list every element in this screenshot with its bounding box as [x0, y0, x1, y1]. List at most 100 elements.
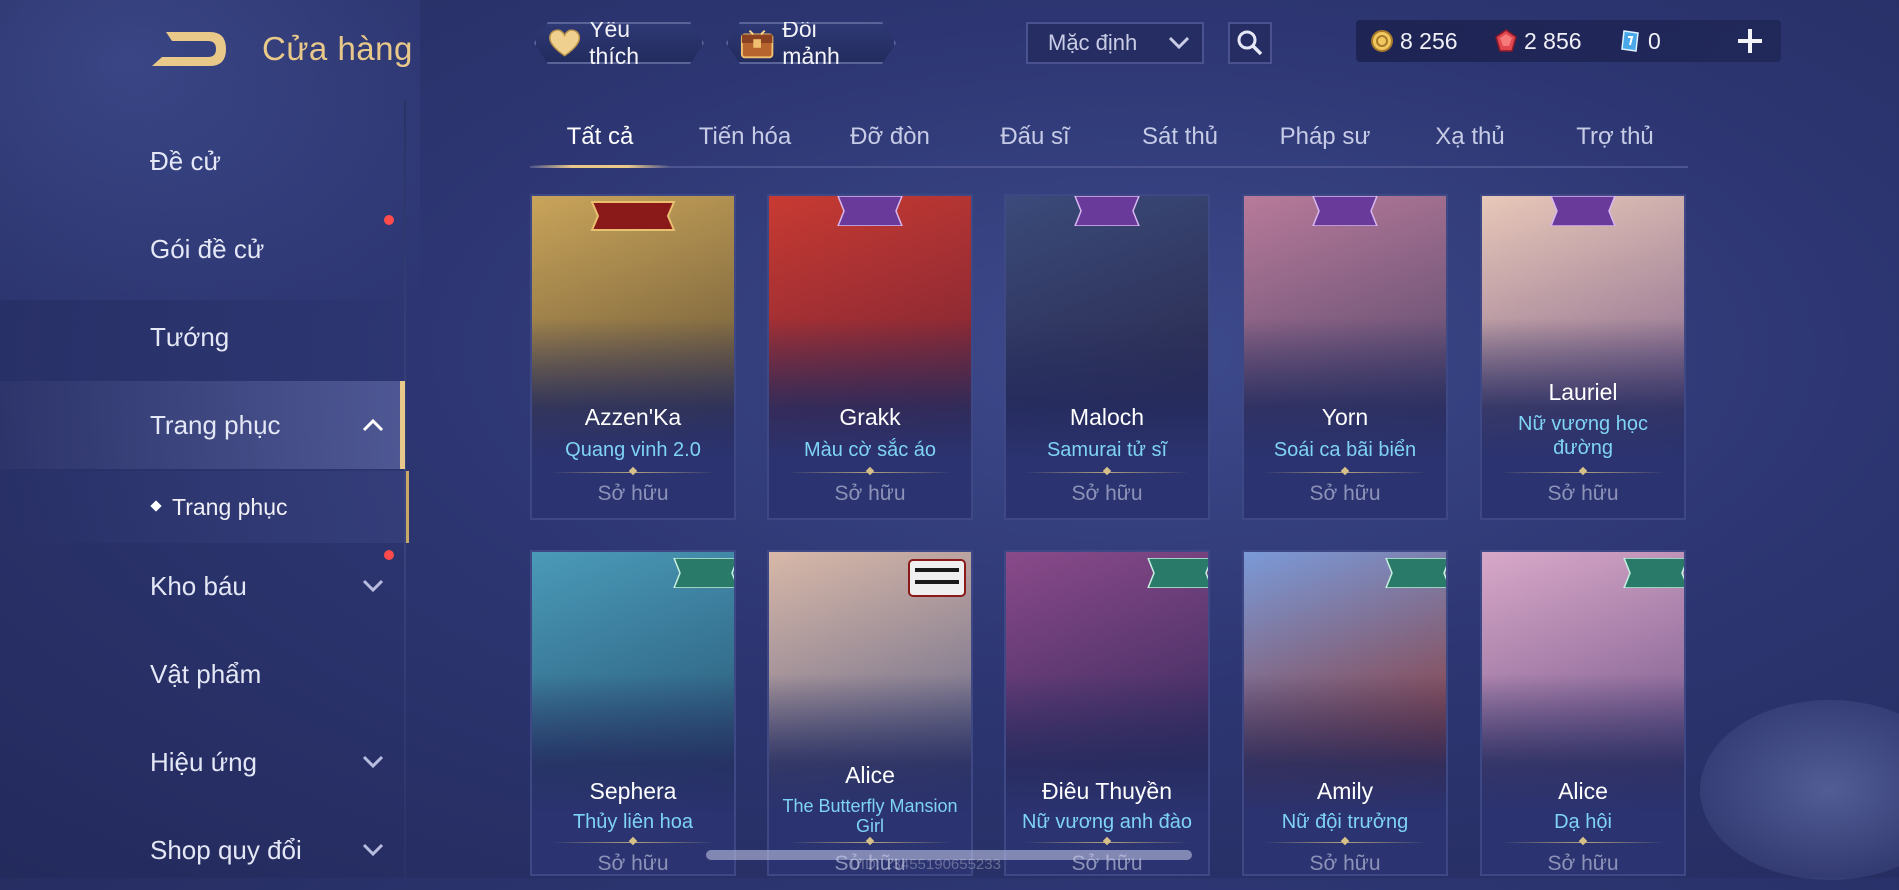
skin-card[interactable]: Sephera Thủy liên hoa Sở hữu: [530, 550, 736, 876]
tab-evolution[interactable]: Tiến hóa: [675, 118, 815, 166]
card-divider: [1500, 842, 1666, 843]
hero-name: Điêu Thuyền: [1042, 778, 1172, 804]
add-currency-button[interactable]: [1730, 20, 1770, 62]
uid-watermark: UID: 13455190655233: [850, 856, 1001, 873]
ticket-currency: 0: [1618, 20, 1661, 62]
skin-name: Nữ vương học đường: [1518, 413, 1648, 459]
limited-badge-icon: [1623, 558, 1684, 588]
card-divider: [1024, 472, 1190, 473]
skin-name: Thủy liên hoa: [572, 811, 694, 833]
skin-card[interactable]: Grakk Màu cờ sắc áo Sở hữu: [767, 194, 973, 520]
blue-ticket-icon: [1621, 30, 1639, 52]
skin-card[interactable]: Yorn Soái ca bãi biển Sở hữu: [1242, 194, 1448, 520]
skin-name: Màu cờ sắc áo: [803, 439, 937, 461]
ownership-status: Sở hữu: [1309, 482, 1381, 505]
skin-card[interactable]: Amily Nữ đội trưởng Sở hữu: [1242, 550, 1448, 876]
favorite-button[interactable]: Yêu thích: [534, 22, 704, 64]
background-glow: [1700, 700, 1899, 880]
card-divider: [550, 842, 716, 843]
ownership-status: Sở hữu: [1071, 482, 1143, 505]
sidebar-item-items[interactable]: Vật phẩm: [0, 634, 405, 714]
gold-currency: 8 256: [1370, 20, 1458, 62]
limited-badge-icon: [837, 196, 903, 226]
sidebar-item-skins[interactable]: Trang phục: [0, 381, 405, 469]
chevron-down-icon: [362, 579, 384, 593]
tab-support[interactable]: Trợ thủ: [1545, 118, 1685, 166]
category-tabs: Tất cả Tiến hóa Đỡ đòn Đấu sĩ Sát thủ Ph…: [530, 118, 1688, 168]
skin-card[interactable]: Alice Dạ hội Sở hữu: [1480, 550, 1686, 876]
skin-name: The Butterfly Mansion Girl: [782, 796, 958, 836]
search-button[interactable]: [1228, 22, 1272, 64]
skin-name: Nữ đội trưởng: [1281, 811, 1409, 833]
back-arrow-icon: [152, 32, 226, 66]
sidebar-item-treasure[interactable]: Kho báu: [0, 546, 405, 626]
skin-card[interactable]: Maloch Samurai tử sĩ Sở hữu: [1004, 194, 1210, 520]
notification-dot: [384, 215, 394, 225]
gem-currency: 2 856: [1494, 20, 1582, 62]
skin-grid: Azzen'Ka Quang vinh 2.0 Sở hữu Grakk Màu…: [530, 194, 1690, 878]
gold-coin-icon: [1371, 30, 1393, 52]
skin-card[interactable]: Điêu Thuyền Nữ vương anh đào Sở hữu: [1004, 550, 1210, 876]
tab-assassin[interactable]: Sát thủ: [1110, 118, 1250, 166]
search-icon: [1237, 30, 1263, 56]
chevron-down-icon: [362, 755, 384, 769]
sidebar-item-recommended[interactable]: Đề cử: [0, 121, 405, 201]
treasure-chest-icon: [740, 26, 774, 60]
skin-card[interactable]: Lauriel Nữ vương học đường Sở hữu: [1480, 194, 1686, 520]
card-divider: [1500, 472, 1666, 473]
tab-mage[interactable]: Pháp sư: [1255, 118, 1395, 166]
card-divider: [1262, 842, 1428, 843]
sort-dropdown[interactable]: Mặc định: [1026, 22, 1204, 64]
limited-badge-icon: [1312, 196, 1378, 226]
sidebar-item-label: Shop quy đổi: [150, 834, 302, 865]
back-button[interactable]: [148, 26, 230, 72]
red-gem-icon: [1495, 29, 1517, 52]
limited-badge-icon: [1147, 558, 1208, 588]
skin-card[interactable]: Alice The Butterfly Mansion Girl Sở hữu: [767, 550, 973, 876]
hero-name: Azzen'Ka: [584, 404, 682, 430]
tab-marksman[interactable]: Xạ thủ: [1400, 118, 1540, 166]
sidebar: Đề cử Gói đề cử Tướng Trang phục Trang p…: [0, 100, 410, 878]
skin-name: Nữ vương anh đào: [1022, 811, 1192, 833]
card-divider: [787, 842, 953, 843]
sort-value: Mặc định: [1048, 30, 1138, 55]
ownership-status: Sở hữu: [1309, 852, 1381, 875]
chevron-up-icon: [362, 418, 384, 432]
heart-icon: [548, 28, 581, 58]
favorite-label: Yêu thích: [589, 16, 640, 69]
hero-name: Alice: [1558, 778, 1608, 804]
ownership-status: Sở hữu: [1547, 852, 1619, 875]
limited-badge-icon: [1385, 558, 1446, 588]
exchange-shards-button[interactable]: Đổi mảnh: [726, 22, 896, 64]
hero-name: Lauriel: [1548, 379, 1618, 405]
sidebar-item-exchange-shop[interactable]: Shop quy đổi: [0, 810, 405, 890]
hero-name: Sephera: [589, 778, 677, 804]
ticket-value: 0: [1648, 27, 1661, 54]
sidebar-item-label: Gói đề cử: [150, 233, 265, 264]
sidebar-item-label: Đề cử: [150, 145, 221, 176]
card-divider: [550, 472, 716, 473]
card-divider: [787, 472, 953, 473]
chevron-down-icon: [1168, 36, 1190, 50]
tab-fighter[interactable]: Đấu sĩ: [965, 118, 1105, 166]
ownership-status: Sở hữu: [597, 482, 669, 505]
hero-name: Grakk: [839, 404, 901, 430]
sidebar-subitem-skins[interactable]: Trang phục: [0, 471, 409, 543]
limited-badge-icon: [1550, 196, 1616, 226]
tab-tank[interactable]: Đỡ đòn: [820, 118, 960, 166]
skin-card[interactable]: Azzen'Ka Quang vinh 2.0 Sở hữu: [530, 194, 736, 520]
hero-name: Amily: [1316, 778, 1374, 804]
exchange-label: Đổi mảnh: [782, 16, 840, 69]
ownership-status: Sở hữu: [1547, 482, 1619, 505]
sidebar-item-label: Trang phục: [150, 409, 281, 440]
sidebar-item-effects[interactable]: Hiệu ứng: [0, 722, 405, 802]
sidebar-item-heroes[interactable]: Tướng: [0, 297, 405, 377]
tab-all[interactable]: Tất cả: [530, 118, 670, 168]
skin-name: Dạ hội: [1554, 811, 1612, 833]
hero-name: Yorn: [1321, 404, 1369, 430]
sidebar-item-recommended-packs[interactable]: Gói đề cử: [0, 209, 405, 289]
notification-dot: [384, 550, 394, 560]
ownership-status: Sở hữu: [597, 852, 669, 875]
hero-name: Maloch: [1069, 404, 1145, 430]
sidebar-item-label: Vật phẩm: [150, 658, 262, 689]
